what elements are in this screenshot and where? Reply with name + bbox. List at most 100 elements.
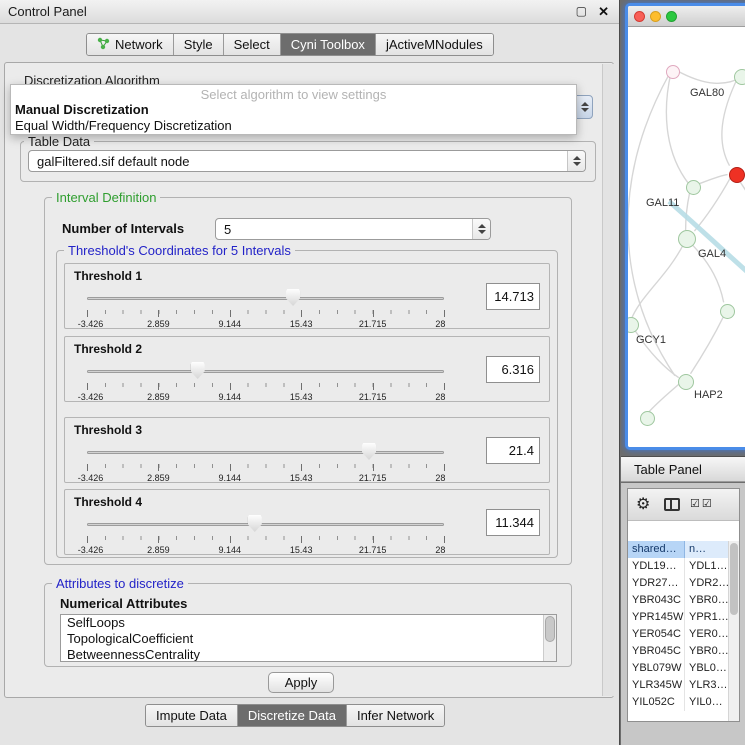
- attributes-group-label: Attributes to discretize: [52, 576, 188, 591]
- dropdown-option-manual-discretization[interactable]: Manual Discretization: [11, 101, 576, 117]
- algorithm-dropdown-menu: Select algorithm to view settings Manual…: [10, 84, 577, 135]
- network-node[interactable]: [666, 65, 680, 79]
- slider-track[interactable]: [87, 370, 444, 373]
- combobox-stepper: [472, 219, 490, 239]
- threshold-4-label: Threshold 4: [74, 495, 142, 509]
- table-toolbar: ⚙ ☑☑: [628, 489, 739, 521]
- slider-handle[interactable]: [248, 515, 262, 532]
- table-row[interactable]: YBR045CYBR0…: [628, 643, 739, 660]
- list-item[interactable]: BetweennessCentrality: [61, 647, 556, 662]
- list-item[interactable]: SelfLoops: [61, 615, 556, 631]
- network-node[interactable]: [720, 304, 735, 319]
- float-window-icon[interactable]: ▢: [576, 4, 587, 18]
- threshold-3-value-field[interactable]: 21.4: [486, 437, 540, 464]
- slider-track[interactable]: [87, 523, 444, 526]
- node-label: GCY1: [636, 334, 666, 346]
- threshold-4-panel: Threshold 4 -3.4262.8599.14415.4321.7152…: [64, 489, 550, 555]
- tab-jactivemnodules[interactable]: jActiveMNodules: [376, 34, 493, 55]
- apply-button[interactable]: Apply: [268, 672, 334, 693]
- table-window: ⚙ ☑☑ shared… n… YDL19…YDL1… YDR27…YDR2… …: [627, 488, 740, 722]
- number-of-intervals-value: 5: [224, 222, 466, 237]
- gear-icon[interactable]: ⚙: [636, 494, 650, 514]
- threshold-1-value-field[interactable]: 14.713: [486, 283, 540, 310]
- threshold-2-value-field[interactable]: 6.316: [486, 356, 540, 383]
- number-of-intervals-combobox[interactable]: 5: [215, 218, 491, 240]
- slider-ticks: [87, 536, 444, 544]
- tab-discretize-data[interactable]: Discretize Data: [238, 705, 347, 726]
- tab-select[interactable]: Select: [224, 34, 281, 55]
- close-icon[interactable]: ✕: [598, 4, 609, 20]
- control-panel-window: Control Panel ▢ ✕ Network Style Select C…: [0, 0, 620, 745]
- table-data-combobox[interactable]: galFiltered.sif default node: [28, 150, 586, 172]
- checkbox-icons[interactable]: ☑☑: [690, 497, 714, 510]
- table-scrollbar[interactable]: [728, 541, 739, 721]
- slider-handle[interactable]: [362, 443, 376, 460]
- threshold-2-slider[interactable]: -3.4262.8599.14415.4321.71528: [87, 361, 444, 401]
- tab-cyni-toolbox[interactable]: Cyni Toolbox: [281, 34, 376, 55]
- threshold-3-slider[interactable]: -3.4262.8599.14415.4321.71528: [87, 442, 444, 482]
- threshold-1-label: Threshold 1: [74, 269, 142, 283]
- tab-label: Network: [115, 37, 163, 52]
- table-row[interactable]: YBL079WYBL0…: [628, 660, 739, 677]
- network-node[interactable]: [678, 230, 696, 248]
- table-row[interactable]: YBR043CYBR0…: [628, 592, 739, 609]
- interval-definition-group-label: Interval Definition: [52, 190, 160, 205]
- table-data-combobox-value: galFiltered.sif default node: [37, 154, 561, 169]
- table-gap: [628, 521, 739, 541]
- network-node[interactable]: [734, 69, 745, 85]
- threshold-4-value-field[interactable]: 11.344: [486, 509, 540, 536]
- table-row[interactable]: YDR27…YDR2…: [628, 575, 739, 592]
- close-traffic-light-icon[interactable]: [634, 11, 645, 22]
- table-row[interactable]: YER054CYER0…: [628, 626, 739, 643]
- threshold-2-panel: Threshold 2 -3.4262.8599.14415.4321.7152…: [64, 336, 550, 402]
- table-row[interactable]: YIL052CYIL0…: [628, 694, 739, 711]
- tab-infer-network[interactable]: Infer Network: [347, 705, 444, 726]
- stepper-up-icon: [581, 102, 589, 106]
- threshold-4-slider[interactable]: -3.4262.8599.14415.4321.71528: [87, 514, 444, 554]
- threshold-1-panel: Threshold 1 -3.4262.8599.14415.4321.7152…: [64, 263, 550, 329]
- slider-track[interactable]: [87, 297, 444, 300]
- slider-ticks: [87, 464, 444, 472]
- threshold-3-label: Threshold 3: [74, 423, 142, 437]
- slider-ticks: [87, 383, 444, 391]
- tab-style[interactable]: Style: [174, 34, 224, 55]
- network-icon: [97, 37, 110, 53]
- panel-scrollbar[interactable]: [602, 64, 614, 696]
- tab-network[interactable]: Network: [87, 34, 174, 55]
- table-row[interactable]: YLR345WYLR3…: [628, 677, 739, 694]
- numerical-attributes-list[interactable]: SelfLoops TopologicalCoefficient Between…: [60, 614, 557, 662]
- stepper-down-icon: [581, 108, 589, 112]
- numerical-attributes-label: Numerical Attributes: [60, 596, 187, 611]
- thresholds-group-label: Threshold's Coordinates for 5 Intervals: [64, 243, 295, 258]
- slider-track[interactable]: [87, 451, 444, 454]
- table-row[interactable]: YDL19…YDL1…: [628, 558, 739, 575]
- table-panel-region: ⚙ ☑☑ shared… n… YDL19…YDL1… YDR27…YDR2… …: [621, 483, 745, 745]
- node-label: GAL80: [690, 87, 724, 99]
- table-row[interactable]: YPR145WYPR1…: [628, 609, 739, 626]
- network-canvas[interactable]: GAL80 GAL11 GAL4 GCY1 HAP2: [628, 27, 745, 447]
- slider-handle[interactable]: [191, 362, 205, 379]
- dropdown-option-equal-width[interactable]: Equal Width/Frequency Discretization: [11, 117, 576, 133]
- node-label: GAL4: [698, 248, 726, 260]
- network-node[interactable]: [678, 374, 694, 390]
- table-scrollbar-thumb[interactable]: [730, 543, 738, 615]
- list-scrollbar[interactable]: [543, 615, 556, 661]
- node-label: GAL11: [646, 197, 679, 209]
- table-panel-titlebar: Table Panel: [621, 456, 745, 482]
- table-panel-title: Table Panel: [634, 462, 702, 477]
- minimize-traffic-light-icon[interactable]: [650, 11, 661, 22]
- columns-icon[interactable]: [664, 498, 680, 511]
- threshold-1-slider[interactable]: -3.4262.8599.14415.4321.71528: [87, 288, 444, 328]
- network-node[interactable]: [640, 411, 655, 426]
- zoom-traffic-light-icon[interactable]: [666, 11, 677, 22]
- list-scrollbar-thumb[interactable]: [545, 616, 555, 642]
- network-node[interactable]: [686, 180, 701, 195]
- threshold-2-label: Threshold 2: [74, 342, 142, 356]
- dropdown-placeholder-item: Select algorithm to view settings: [11, 85, 576, 101]
- algorithm-combobox-stepper[interactable]: [576, 95, 593, 119]
- column-header-shared-name[interactable]: shared…: [628, 541, 685, 558]
- list-item[interactable]: TopologicalCoefficient: [61, 631, 556, 647]
- network-node-selected[interactable]: [729, 167, 745, 183]
- tab-impute-data[interactable]: Impute Data: [146, 705, 238, 726]
- slider-handle[interactable]: [286, 289, 300, 306]
